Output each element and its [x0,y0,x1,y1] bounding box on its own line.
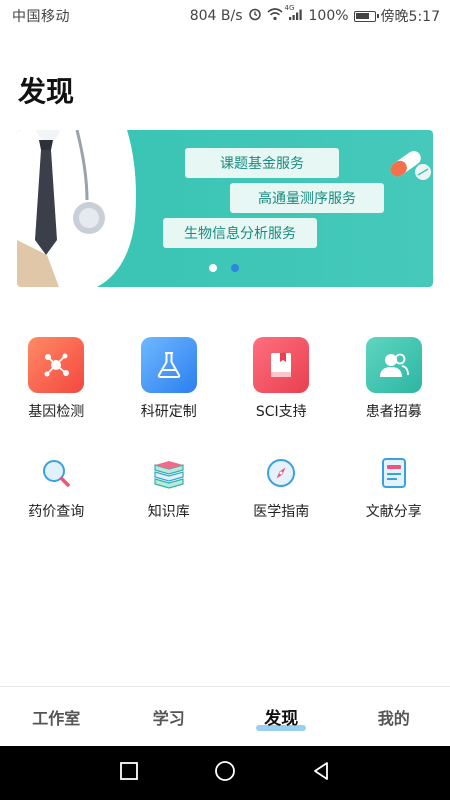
back-icon[interactable] [311,761,331,785]
tab-learning[interactable]: 学习 [113,687,226,746]
bottom-nav: 工作室 学习 发现 我的 [0,686,450,746]
clock: 傍晚5:17 [380,9,440,25]
gene-network-icon [28,337,85,393]
system-nav-bar [0,746,450,800]
feature-label: 医学指南 [253,504,310,520]
network-type-label: 4G [284,3,295,12]
book-icon [253,337,310,393]
feature-label: 知识库 [147,504,190,520]
battery-percent: 100% [308,8,349,24]
magnifier-icon [36,453,76,493]
flask-icon [140,337,197,393]
status-bar: 中国移动 804 B/s 4G 100% 傍晚5:17 [0,0,450,32]
book-stack-icon [149,453,189,493]
pill-icon [390,151,431,180]
tab-discover-label: 发现 [264,709,299,729]
tab-studio[interactable]: 工作室 [0,687,113,746]
feature-medical-guide[interactable]: 医学指南 [225,453,338,521]
feature-gene-testing[interactable]: 基因检测 [0,337,113,421]
document-icon [374,453,414,493]
recent-apps-icon[interactable] [119,761,139,785]
tab-mine[interactable]: 我的 [338,687,450,746]
people-icon [365,337,422,393]
banner-tag-sequencing: 高通量测序服务 [230,183,384,213]
feature-label: 科研定制 [140,404,197,420]
feature-literature-sharing[interactable]: 文献分享 [338,453,450,521]
feature-label: SCI支持 [255,404,307,420]
doctor-illustration [17,130,136,287]
feature-label: 药价查询 [28,504,85,520]
carousel-dots [209,264,239,272]
network-speed: 804 B/s [189,8,243,24]
feature-label: 文献分享 [365,504,422,520]
promo-banner[interactable]: 课题基金服务 高通量测序服务 生物信息分析服务 [17,130,433,287]
tab-discover[interactable]: 发现 [225,687,338,746]
feature-sci-support[interactable]: SCI支持 [225,337,338,421]
wifi-icon [266,7,283,25]
feature-patient-recruitment[interactable]: 患者招募 [338,337,450,421]
feature-label: 患者招募 [365,404,422,420]
feature-grid-secondary: 药价查询 知识库 医学指南 文献分享 [0,453,450,521]
battery-icon [353,10,379,22]
feature-custom-research[interactable]: 科研定制 [113,337,226,421]
banner-tag-fund: 课题基金服务 [185,148,339,178]
compass-icon [261,453,301,493]
feature-knowledge-base[interactable]: 知识库 [113,453,226,521]
banner-tag-bioinformatics: 生物信息分析服务 [163,218,317,248]
status-indicators: 804 B/s 4G 100% 傍晚5:17 [189,4,440,26]
carousel-dot-active[interactable] [231,264,239,272]
feature-label: 基因检测 [28,404,85,420]
feature-grid-main: 基因检测 科研定制 SCI支持 患者招募 [0,337,450,421]
alarm-icon [248,7,262,25]
home-icon[interactable] [214,760,236,786]
carousel-dot[interactable] [209,264,217,272]
signal-icon: 4G [285,4,304,25]
feature-drug-price[interactable]: 药价查询 [0,453,113,521]
page-title: 发现 [18,75,75,108]
carrier-name: 中国移动 [12,9,70,25]
